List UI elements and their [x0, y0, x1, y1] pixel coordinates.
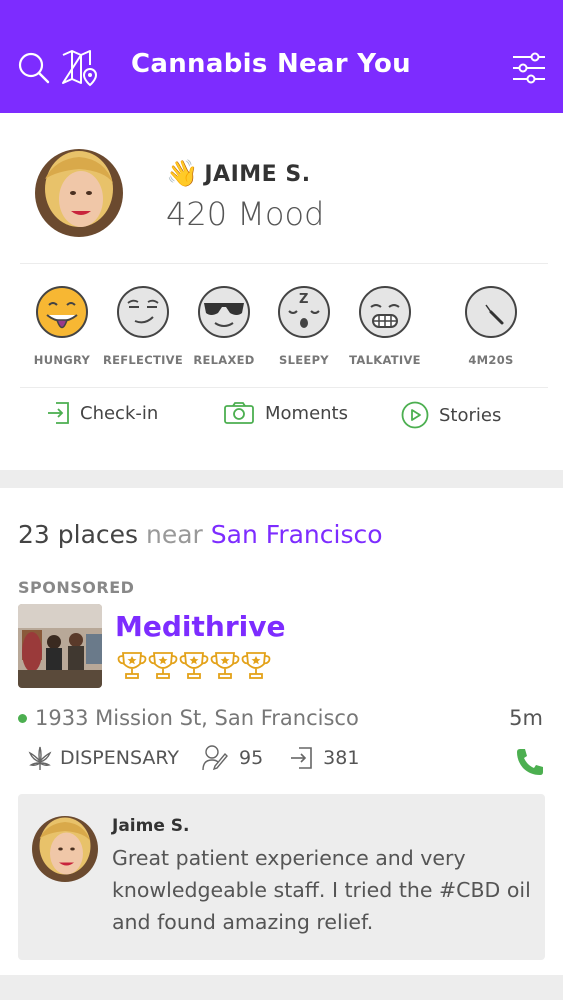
- phone-call-button[interactable]: [514, 746, 546, 782]
- mood-timer[interactable]: 4M20S: [446, 285, 536, 367]
- store-meta-row: DISPENSARY 95 381: [28, 744, 359, 772]
- address-row: 1933 Mission St, San Francisco 5m: [18, 706, 543, 730]
- rating-trophies: [115, 650, 275, 680]
- divider: [20, 263, 548, 264]
- divider: [20, 387, 548, 388]
- moments-button[interactable]: Moments: [223, 401, 348, 425]
- user-name-row: 👋 JAIME S.: [166, 159, 311, 189]
- mood-label: 4M20S: [468, 353, 514, 367]
- places-heading: 23 places near San Francisco: [18, 520, 383, 549]
- mood-label: TALKATIVE: [349, 353, 421, 367]
- checkin-button[interactable]: Check-in: [46, 401, 158, 425]
- avatar[interactable]: [32, 816, 98, 882]
- sleepy-face-icon: Z: [278, 286, 330, 338]
- places-card: 23 places near San Francisco SPONSORED M…: [0, 488, 563, 975]
- checkin-icon: [48, 402, 69, 424]
- talkative-face-icon: [359, 286, 411, 338]
- action-label: Stories: [439, 404, 502, 426]
- open-status-dot: [18, 713, 27, 723]
- hungry-face-icon: [36, 286, 88, 338]
- review-author[interactable]: Jaime S.: [112, 816, 190, 836]
- mood-label: REFLECTIVE: [102, 353, 184, 367]
- current-mood: 420 Mood: [166, 195, 325, 233]
- sponsored-label: SPONSORED: [18, 578, 135, 597]
- places-count: 23 places: [18, 520, 139, 549]
- store-type: DISPENSARY: [60, 747, 179, 769]
- mood-talkative[interactable]: TALKATIVE: [340, 285, 430, 367]
- store-thumbnail[interactable]: [18, 604, 102, 688]
- app-header: Cannabis Near You: [0, 0, 563, 113]
- avatar[interactable]: [35, 149, 123, 237]
- mood-label: RELAXED: [193, 353, 255, 367]
- timer-icon: [465, 286, 517, 338]
- stories-button[interactable]: Stories: [401, 401, 501, 429]
- header-title: Cannabis Near You: [131, 49, 411, 79]
- store-address[interactable]: 1933 Mission St, San Francisco: [35, 706, 509, 730]
- mood-label: HUNGRY: [33, 353, 91, 367]
- action-label: Check-in: [80, 402, 159, 424]
- svg-text:Z: Z: [299, 292, 308, 307]
- search-icon[interactable]: [14, 48, 54, 88]
- review-card[interactable]: Jaime S. Great patient experience and ve…: [18, 794, 545, 960]
- wave-emoji: 👋: [166, 159, 199, 189]
- filter-sliders-icon[interactable]: [509, 48, 549, 88]
- review-text: Great patient experience and very knowle…: [112, 846, 531, 934]
- mood-label: SLEEPY: [279, 353, 329, 367]
- near-label: near: [146, 520, 203, 549]
- trophy-icon: [117, 652, 271, 679]
- store-name[interactable]: Medithrive: [115, 610, 285, 643]
- checkin-count: 381: [323, 747, 360, 769]
- mood-relaxed[interactable]: RELAXED: [179, 285, 269, 367]
- checkin-icon: [291, 747, 312, 769]
- relaxed-face-icon: [198, 286, 250, 338]
- city-link[interactable]: San Francisco: [211, 520, 383, 549]
- profile-card: 👋 JAIME S. 420 Mood HUNGRY REFLECTIVE RE…: [0, 113, 563, 470]
- cannabis-leaf-icon: [28, 746, 52, 770]
- camera-icon: [224, 402, 254, 424]
- mood-hungry[interactable]: HUNGRY: [17, 285, 107, 367]
- mood-sleepy[interactable]: Z SLEEPY: [259, 285, 349, 367]
- review-count: 95: [238, 747, 264, 769]
- user-name[interactable]: JAIME S.: [204, 162, 310, 187]
- play-icon: [401, 401, 429, 429]
- map-pin-icon[interactable]: [60, 48, 100, 88]
- mood-reflective[interactable]: REFLECTIVE: [98, 285, 188, 367]
- reflective-face-icon: [117, 286, 169, 338]
- action-label: Moments: [265, 402, 348, 424]
- phone-icon: [517, 749, 543, 775]
- review-pen-icon: [202, 745, 228, 771]
- store-distance: 5m: [509, 706, 543, 730]
